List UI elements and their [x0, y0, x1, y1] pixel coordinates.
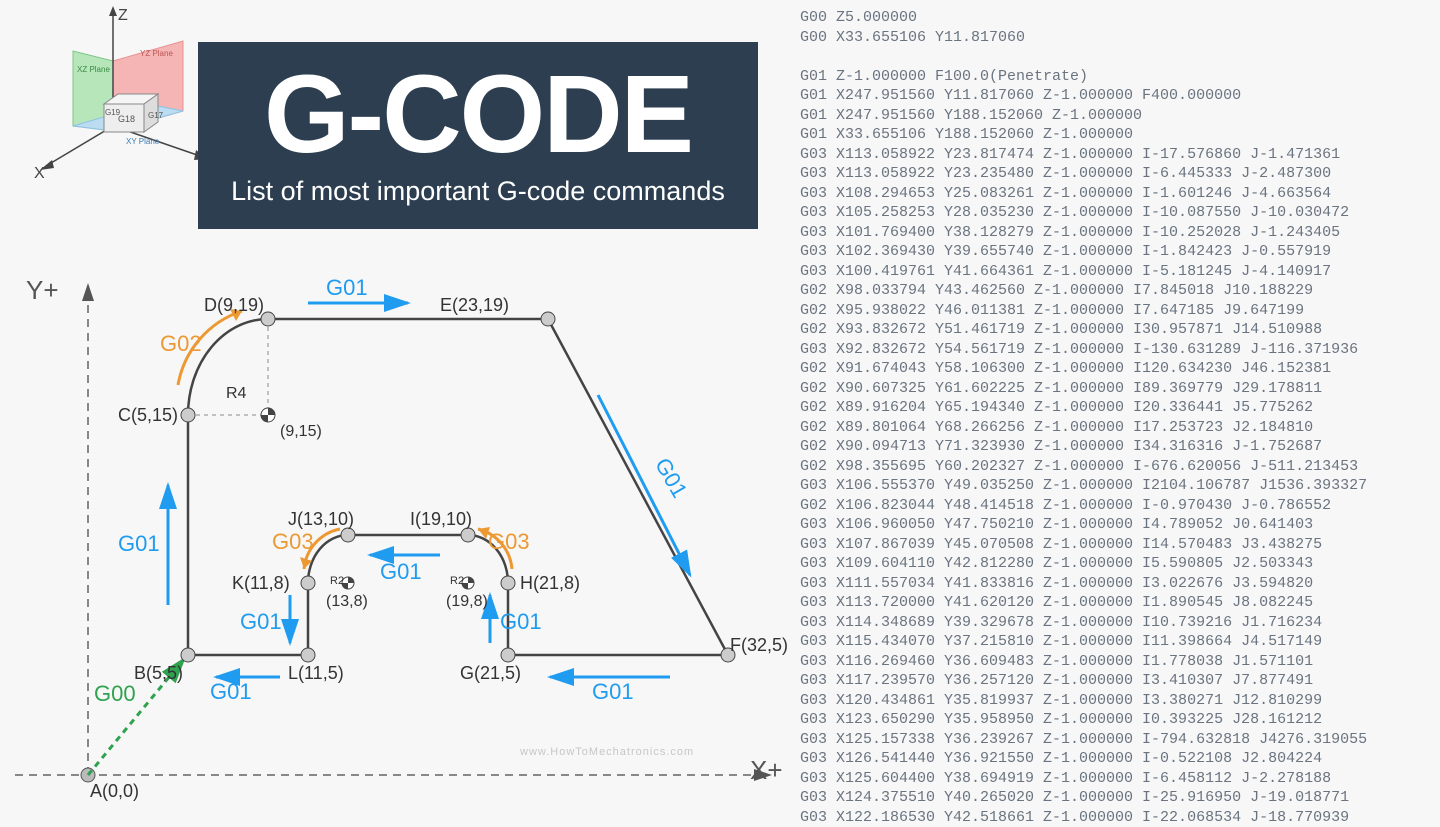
- cmd-g01-top: G01: [326, 275, 368, 301]
- point-D: D(9,19): [204, 295, 264, 316]
- cmd-g01-inner2: G01: [240, 609, 282, 635]
- point-B: B(5,5): [134, 663, 183, 684]
- label-R2a: R2: [330, 575, 344, 587]
- point-A: A(0,0): [90, 781, 139, 802]
- cmd-g01-bottom2: G01: [592, 679, 634, 705]
- svg-text:XY Plane: XY Plane: [126, 137, 160, 146]
- cmd-g03-right: G03: [488, 529, 530, 555]
- center2: (13,8): [326, 593, 368, 611]
- cmd-g01-inner1: G01: [380, 559, 422, 585]
- label-R4: R4: [226, 385, 246, 403]
- cmd-g02: G02: [160, 331, 202, 357]
- cmd-g01-inner3: G01: [500, 609, 542, 635]
- center1: (9,15): [280, 423, 322, 441]
- point-J: J(13,10): [288, 509, 354, 530]
- point-C: C(5,15): [118, 405, 178, 426]
- label-R2b: R2: [450, 575, 464, 587]
- point-F: F(32,5): [730, 635, 788, 656]
- banner-subtitle: List of most important G-code commands: [228, 176, 728, 207]
- cmd-g03-left: G03: [272, 529, 314, 555]
- gcode-listing: G00 Z5.000000 G00 X33.655106 Y11.817060 …: [800, 8, 1440, 808]
- x-axis-plus: X+: [750, 755, 783, 786]
- watermark: www.HowToMechatronics.com: [520, 746, 694, 758]
- svg-text:G19: G19: [105, 108, 121, 117]
- point-E: E(23,19): [440, 295, 509, 316]
- point-H: H(21,8): [520, 573, 580, 594]
- banner-title: G-CODE: [228, 60, 728, 170]
- y-axis-plus: Y+: [26, 275, 59, 306]
- svg-text:G17: G17: [148, 111, 164, 120]
- point-G: G(21,5): [460, 663, 521, 684]
- x-axis-label: X: [34, 165, 45, 182]
- point-L: L(11,5): [288, 663, 344, 684]
- cmd-g01-left: G01: [118, 531, 160, 557]
- point-K: K(11,8): [232, 573, 290, 594]
- svg-text:G18: G18: [118, 114, 135, 124]
- center3: (19,8): [446, 593, 488, 611]
- axes-cube-diagram: G18 G17 G19 XZ Plane YZ Plane XY Plane Z…: [18, 6, 218, 196]
- z-axis-label: Z: [118, 7, 128, 24]
- cmd-g00: G00: [94, 681, 136, 707]
- title-banner: G-CODE List of most important G-code com…: [198, 42, 758, 229]
- path-diagram: Y+ X+ A(0,0) B(5,5) C(5,15) D(9,19) E(23…: [10, 275, 790, 805]
- cmd-g01-bottom1: G01: [210, 679, 252, 705]
- svg-text:YZ Plane: YZ Plane: [140, 49, 173, 58]
- svg-text:XZ Plane: XZ Plane: [77, 65, 110, 74]
- point-I: I(19,10): [410, 509, 472, 530]
